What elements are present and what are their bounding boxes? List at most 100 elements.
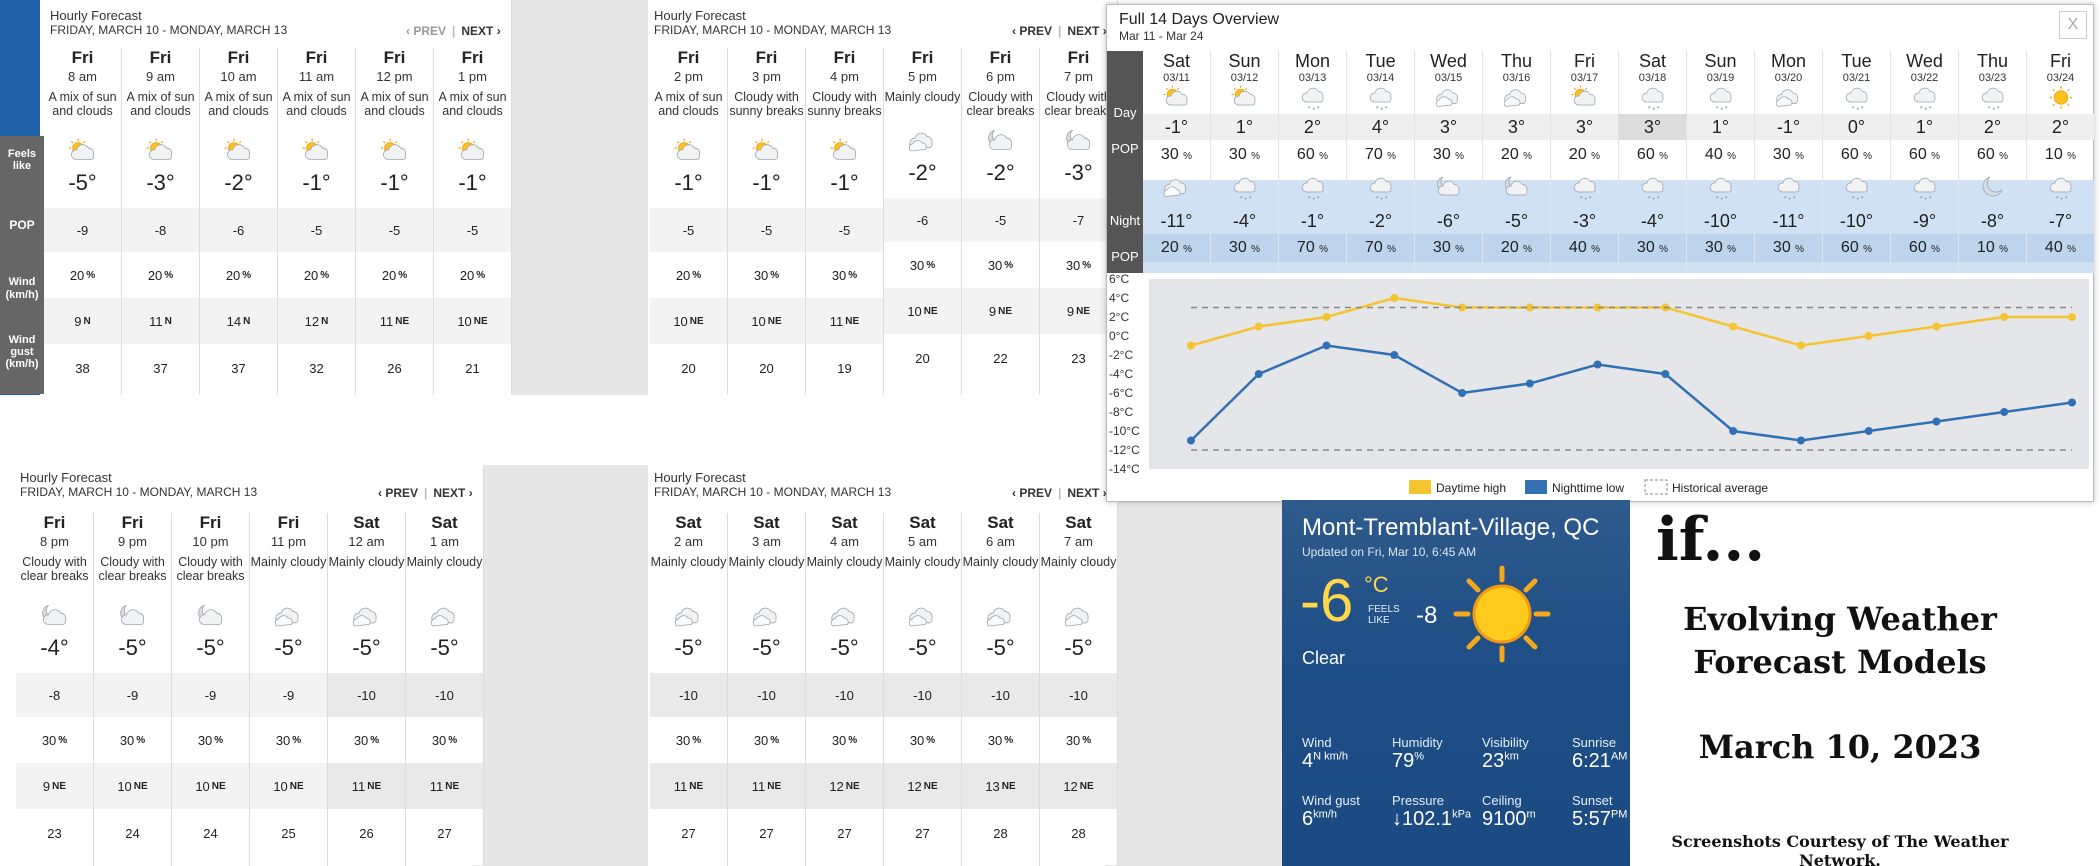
hour-column[interactable]: Fri 11 am A mix of sun and clouds -1° -5 20% 1… xyxy=(278,48,356,395)
overview-range: Mar 11 - Mar 24 xyxy=(1119,29,1204,43)
day-label: Sat xyxy=(831,513,858,532)
time-label: 4 am xyxy=(830,534,859,549)
nighttime-low: -10° xyxy=(1839,211,1874,231)
day-date: 03/19 xyxy=(1706,72,1735,84)
nighttime-low: -1° xyxy=(1300,211,1325,231)
prev-button[interactable]: ‹ PREV xyxy=(1012,24,1052,38)
overview-day-column[interactable]: Fri 03/17 3° 20 % -3° 40 % xyxy=(1551,51,1619,273)
hour-column[interactable]: Fri 3 pm Cloudy with sunny breaks -1° -5 30% 1… xyxy=(728,48,806,395)
day-label: Fri xyxy=(461,48,484,67)
sun-cloud-icon xyxy=(302,138,328,160)
overview-day-column[interactable]: Thu 03/23 2° 60 % -8° 10 % xyxy=(1959,51,2027,273)
day-label: Fri xyxy=(277,513,300,532)
temperature: -5° xyxy=(352,635,381,660)
hour-column[interactable]: Sat 2 am Mainly cloudy -5° -10 30% 11 NE 27 xyxy=(650,513,728,866)
hour-column[interactable]: Fri 5 pm Mainly cloudy -2° -6 30% 10 NE 20 xyxy=(884,48,962,395)
wind-gust-value: 27 xyxy=(728,809,805,857)
sun-cloud-icon xyxy=(1163,85,1187,106)
overview-day-column[interactable]: Tue 03/21 0° 60 % -10° 60 % xyxy=(1823,51,1891,273)
wind-value: 12 NE xyxy=(884,763,961,809)
overview-day-column[interactable]: Sat 03/18 3° 60 % -4° 30 % xyxy=(1619,51,1687,273)
overview-day-column[interactable]: Thu 03/16 3° 20 % -5° 20 % xyxy=(1483,51,1551,273)
next-button[interactable]: NEXT › xyxy=(1067,486,1106,500)
day-label: Fri xyxy=(677,48,700,67)
hour-column[interactable]: Fri 6 pm Cloudy with clear breaks -2° -5 30% 9… xyxy=(962,48,1040,395)
feels-like-value: -8 xyxy=(122,208,199,252)
time-label: 1 am xyxy=(430,534,459,549)
day-date: 03/18 xyxy=(1638,72,1667,84)
hour-column[interactable]: Fri 12 pm A mix of sun and clouds -1° -5 20% 1… xyxy=(356,48,434,395)
night-pop-label: POP xyxy=(1107,241,1143,273)
hour-column[interactable]: Sat 7 am Mainly cloudy -5° -10 30% 12 NE 28 xyxy=(1040,513,1118,866)
overview-day-column[interactable]: Mon 03/13 2° 60 % -1° 70 % xyxy=(1279,51,1347,273)
overview-day-column[interactable]: Sun 03/12 1° 30 % -4° 30 % xyxy=(1211,51,1279,273)
prev-button[interactable]: ‹ PREV xyxy=(378,486,418,500)
day-name: Sun xyxy=(1704,51,1737,71)
hour-column[interactable]: Fri 10 am A mix of sun and clouds -2° -6 20% 1… xyxy=(200,48,278,395)
overview-day-column[interactable]: Fri 03/24 2° 10 % -7° 40 % xyxy=(2027,51,2095,273)
overview-day-column[interactable]: Wed 03/15 3° 30 % -6° 30 % xyxy=(1415,51,1483,273)
day-date: 03/11 xyxy=(1163,72,1190,84)
overview-day-column[interactable]: Tue 03/14 4° 70 % -2° 70 % xyxy=(1347,51,1415,273)
day-name: Mon xyxy=(1770,51,1806,71)
time-label: 12 am xyxy=(348,534,385,549)
hour-column[interactable]: Fri 9 pm Cloudy with clear breaks -5° -9 30% 1… xyxy=(94,513,172,866)
nighttime-low: -4° xyxy=(1640,211,1665,231)
hour-column[interactable]: Fri 9 am A mix of sun and clouds -3° -8 20% 11… xyxy=(122,48,200,395)
wind-value: 10 NE xyxy=(650,298,727,344)
hour-column[interactable]: Sat 5 am Mainly cloudy -5° -10 30% 12 NE 27 xyxy=(884,513,962,866)
condition-text: Mainly cloudy xyxy=(884,90,961,104)
feels-like-value: -5 xyxy=(356,208,433,252)
wind-value: 12 N xyxy=(278,298,355,344)
overview-day-column[interactable]: Wed 03/22 1° 60 % -9° 60 % xyxy=(1891,51,1959,273)
prev-button[interactable]: ‹ PREV xyxy=(1012,486,1052,500)
day-pop: 60 % xyxy=(1976,146,2009,163)
next-button[interactable]: NEXT › xyxy=(1067,24,1106,38)
condition-text: Mainly cloudy xyxy=(406,555,483,569)
hour-column[interactable]: Fri 8 am A mix of sun and clouds -5° -9 20% 9 N… xyxy=(44,48,122,395)
feels-like-value: -10 xyxy=(728,673,805,717)
y-tick-label: 4°C xyxy=(1109,291,1129,305)
caption-date: March 10, 2023 xyxy=(1698,728,1982,766)
hour-column[interactable]: Fri 11 pm Mainly cloudy -5° -9 30% 10 NE 25 xyxy=(250,513,328,866)
close-button[interactable]: X xyxy=(2059,11,2087,39)
snow-cloud-icon xyxy=(1845,177,1867,200)
stat-value: 5:57PM xyxy=(1572,808,1628,830)
hour-column[interactable]: Sat 3 am Mainly cloudy -5° -10 30% 11 NE 27 xyxy=(728,513,806,866)
temperature: -5° xyxy=(830,635,859,660)
day-date: 03/15 xyxy=(1434,72,1463,84)
hour-column[interactable]: Sat 4 am Mainly cloudy -5° -10 30% 12 NE 27 xyxy=(806,513,884,866)
temp-unit: °C xyxy=(1364,572,1389,597)
hour-column[interactable]: Fri 2 pm A mix of sun and clouds -1° -5 20% 10… xyxy=(650,48,728,395)
overview-day-column[interactable]: Sun 03/19 1° 40 % -10° 30 % xyxy=(1687,51,1755,273)
daytime-high: 2° xyxy=(2027,114,2094,140)
overview-day-column[interactable]: Sat 03/11 -1° 30 % -11° 20 % xyxy=(1143,51,1211,273)
feels-like-value: -5 xyxy=(434,208,511,252)
day-pop: 30 % xyxy=(1228,146,1261,163)
legend-label: Nighttime low xyxy=(1552,481,1624,495)
night-pop: 40 % xyxy=(1551,234,1618,262)
cloud-icon xyxy=(1503,89,1526,107)
condition-text: Mainly cloudy xyxy=(1040,555,1117,569)
prev-button[interactable]: ‹ PREV xyxy=(406,24,446,38)
hour-column[interactable]: Fri 1 pm A mix of sun and clouds -1° -5 20% 10… xyxy=(434,48,512,395)
hour-column[interactable]: Fri 8 pm Cloudy with clear breaks -4° -8 30% 9… xyxy=(16,513,94,866)
time-label: 2 pm xyxy=(674,69,703,84)
nighttime-low: -10° xyxy=(1703,211,1738,231)
wind-gust-value: 24 xyxy=(172,809,249,857)
hour-column[interactable]: Sat 12 am Mainly cloudy -5° -10 30% 11 NE 26 xyxy=(328,513,406,866)
next-button[interactable]: NEXT › xyxy=(433,486,472,500)
data-point xyxy=(1932,417,1941,426)
pop-value: 20% xyxy=(356,252,433,298)
hour-column[interactable]: Sat 1 am Mainly cloudy -5° -10 30% 11 NE 27 xyxy=(406,513,484,866)
overview-day-column[interactable]: Mon 03/20 -1° 30 % -11° 30 % xyxy=(1755,51,1823,273)
temperature: -5° xyxy=(986,635,1015,660)
hour-column[interactable]: Sat 6 am Mainly cloudy -5° -10 30% 13 NE 28 xyxy=(962,513,1040,866)
next-button[interactable]: NEXT › xyxy=(461,24,500,38)
hour-column[interactable]: Fri 10 pm Cloudy with clear breaks -5° -9 30%… xyxy=(172,513,250,866)
sun-cloud-icon xyxy=(224,138,250,160)
day-name: Sun xyxy=(1228,51,1261,71)
hour-column[interactable]: Fri 4 pm Cloudy with sunny breaks -1° -5 30% 1… xyxy=(806,48,884,395)
panel-date-range: FRIDAY, MARCH 10 - MONDAY, MARCH 13 xyxy=(654,485,892,499)
pop-value: 30% xyxy=(806,717,883,763)
